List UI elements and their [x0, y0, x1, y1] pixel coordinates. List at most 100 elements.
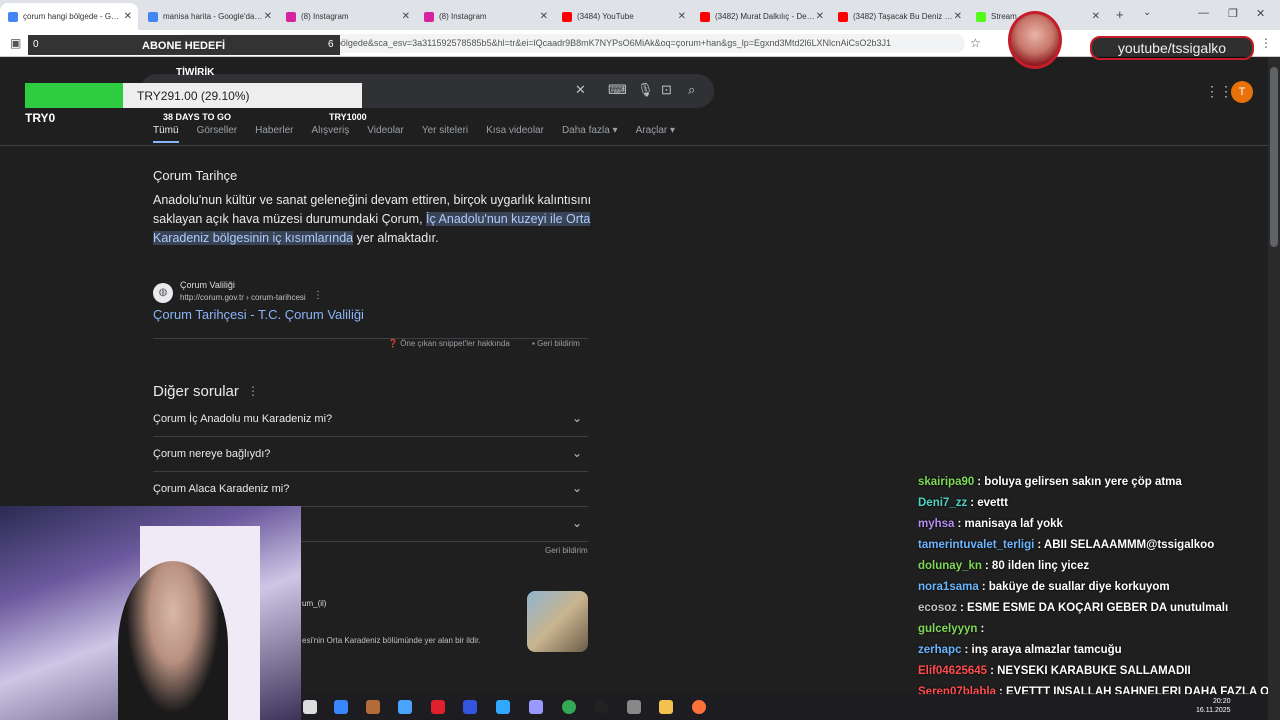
tab-all[interactable]: Tümü — [153, 125, 179, 143]
chat-text: : ESME ESME DA KOÇARİ GEBER DA unutulmal… — [960, 602, 1229, 614]
chat-message: myhsa: manisaya laf yokk — [918, 518, 1268, 530]
bookmark-star-icon[interactable]: ☆ — [970, 36, 981, 50]
chat-message: dolunay_kn: 80 ilden linç yicez — [918, 560, 1268, 572]
browser-tab-3[interactable]: (8) Instagram ✕ — [416, 3, 554, 30]
app2-icon[interactable] — [627, 700, 641, 714]
about-snippets-link[interactable]: ❓ Öne çıkan snippet'ler hakkında — [388, 339, 510, 348]
youtube-icon — [562, 11, 572, 22]
profile-avatar[interactable]: T — [1231, 81, 1253, 103]
tab-label: (8) Instagram — [439, 12, 487, 21]
tab-label: çorum hangi bölgede - Goog — [23, 12, 123, 21]
chat-username: ecosoz — [918, 602, 957, 614]
paa-question-text: Çorum İç Anadolu mu Karadeniz mi? — [153, 413, 333, 425]
about-label: Öne çıkan snippet'ler hakkında — [400, 339, 510, 348]
browser-tab-5[interactable]: (3482) Murat Dalkılıç - Derin ✕ — [692, 3, 830, 30]
chevron-down-icon: ⌄ — [571, 481, 582, 495]
store-icon[interactable] — [398, 700, 412, 714]
chat-text: : 80 ilden linç yicez — [984, 560, 1090, 572]
calculator-icon[interactable] — [303, 700, 317, 714]
windows-taskbar — [301, 694, 1268, 720]
photoshop-icon[interactable] — [496, 700, 510, 714]
browser-tab-1[interactable]: manisa harita - Google'da Ar ✕ — [140, 3, 278, 30]
result-link[interactable]: Çorum Tarihçesi - T.C. Çorum Valiliği — [153, 307, 364, 322]
donation-status: TRY291.00 (29.10%) — [137, 89, 250, 103]
donation-goal-title: TİWİRİK — [176, 67, 215, 78]
browser-tab-2[interactable]: (8) Instagram ✕ — [278, 3, 416, 30]
maximize-icon[interactable]: ❐ — [1228, 7, 1238, 20]
close-icon[interactable]: ✕ — [540, 11, 548, 22]
browser-tab-bar: çorum hangi bölgede - Goog ✕ manisa hari… — [0, 0, 1280, 30]
tab-short-videos[interactable]: Kısa videolar — [486, 125, 544, 143]
tab-list-icon[interactable]: ⌄ — [1143, 7, 1151, 18]
window-close-icon[interactable]: ✕ — [1256, 7, 1265, 20]
lens-icon[interactable]: ⊡ — [661, 82, 672, 98]
paa-more-icon[interactable]: ⋮ — [247, 384, 259, 398]
clear-icon[interactable]: ✕ — [575, 82, 586, 98]
chat-message: tamerintuvalet_terligi: ABİİ SELAAAMMM@t… — [918, 539, 1268, 551]
close-icon[interactable]: ✕ — [264, 11, 272, 22]
search-icon[interactable]: ⌕ — [688, 82, 695, 98]
premiere-icon[interactable] — [529, 700, 543, 714]
paa-question[interactable]: Çorum İç Anadolu mu Karadeniz mi? ⌄ — [153, 402, 588, 437]
new-tab-icon[interactable]: + — [1116, 7, 1124, 22]
paa-feedback-link[interactable]: Geri bildirim — [545, 546, 588, 555]
chat-overlay: skairipa90: boluya gelirsen sakın yere ç… — [918, 472, 1268, 720]
tab-videos[interactable]: Videolar — [367, 125, 404, 143]
opera-icon[interactable] — [431, 700, 445, 714]
tab-shopping[interactable]: Alışveriş — [312, 125, 350, 143]
chat-text: : ABİİ SELAAAMMM@tssigalkoo — [1037, 539, 1215, 551]
tab-label: (3482) Taşacak Bu Deniz 6. B — [853, 12, 953, 21]
scrollbar-thumb[interactable] — [1270, 67, 1278, 247]
close-icon[interactable]: ✕ — [816, 11, 824, 22]
chat-message: gulcelyyyn: — [918, 623, 1268, 635]
firefox-icon[interactable] — [692, 700, 706, 714]
microphone-icon[interactable]: 🎙 — [637, 82, 654, 98]
keyboard-icon[interactable]: ⌨ — [608, 82, 627, 98]
more-options-icon[interactable]: ⋮ — [313, 290, 323, 301]
edge-icon[interactable] — [334, 700, 348, 714]
close-icon[interactable]: ✕ — [124, 11, 132, 22]
google-icon — [8, 11, 18, 22]
taskbar-clock: 20:20 16.11.2025 — [1196, 697, 1231, 715]
minimize-icon[interactable]: — — [1198, 7, 1209, 19]
paa-question-text: Çorum nereye bağlıydı? — [153, 448, 271, 460]
apps-grid-icon[interactable]: ⋮⋮ — [1205, 83, 1233, 100]
donation-progress-fill — [25, 83, 124, 108]
result-source: um_(il) — [302, 599, 327, 608]
result-thumbnail[interactable] — [527, 591, 588, 652]
browser-tab-0[interactable]: çorum hangi bölgede - Goog ✕ — [0, 3, 138, 30]
result-snippet: esi'nin Orta Karadeniz bölümünde yer ala… — [302, 636, 481, 645]
game-icon[interactable] — [366, 700, 380, 714]
close-icon[interactable]: ✕ — [678, 11, 686, 22]
time: 20:20 — [1212, 698, 1231, 705]
chat-text: : boluya gelirsen sakın yere çöp atma — [977, 476, 1182, 488]
close-icon[interactable]: ✕ — [954, 11, 962, 22]
help-icon: ❓ — [388, 339, 401, 348]
streamer-avatar — [1008, 11, 1062, 69]
close-icon[interactable]: ✕ — [402, 11, 410, 22]
tab-places[interactable]: Yer siteleri — [422, 125, 468, 143]
chat-text: : NEYSEKİ KARABÜKE SALLAMADII — [990, 665, 1191, 677]
chrome-icon[interactable] — [562, 700, 576, 714]
browser-menu-icon[interactable]: ⋮ — [1260, 36, 1272, 50]
paa-question[interactable]: Çorum nereye bağlıydı? ⌄ — [153, 437, 588, 472]
browser-tab-6[interactable]: (3482) Taşacak Bu Deniz 6. B ✕ — [830, 3, 968, 30]
tab-more[interactable]: Daha fazla ▾ — [562, 125, 618, 143]
sidebar-icon[interactable]: ▣ — [10, 36, 21, 50]
source-name: Çorum Valiliği — [180, 280, 235, 290]
snippet-text-after: yer almaktadır. — [353, 231, 439, 245]
folder-icon[interactable] — [659, 700, 673, 714]
tab-news[interactable]: Haberler — [255, 125, 293, 143]
channel-handle: youtube/tssigalko — [1090, 36, 1254, 60]
obs-icon[interactable] — [594, 700, 608, 714]
browser-tab-4[interactable]: (3484) YouTube ✕ — [554, 3, 692, 30]
chat-username: skairipa90 — [918, 476, 975, 488]
tab-tools[interactable]: Araçlar ▾ — [636, 125, 675, 143]
feedback-link[interactable]: ▪ Geri bildirim — [532, 339, 580, 348]
tab-images[interactable]: Görseller — [197, 125, 238, 143]
close-icon[interactable]: ✕ — [1092, 11, 1100, 22]
paa-question[interactable]: Çorum Alaca Karadeniz mi? ⌄ — [153, 472, 588, 507]
snippet-text: Anadolu'nun kültür ve sanat geleneğini d… — [153, 191, 593, 248]
app-icon[interactable] — [463, 700, 477, 714]
scrollbar[interactable] — [1268, 57, 1280, 720]
